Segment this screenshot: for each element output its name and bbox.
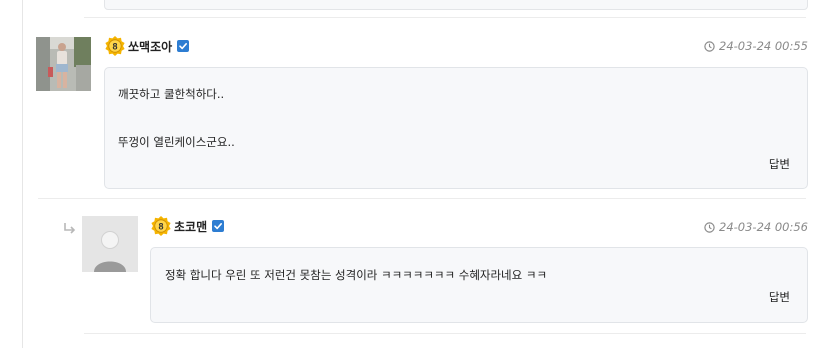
previous-comment-bubble (104, 0, 808, 10)
avatar-default[interactable] (82, 216, 138, 272)
comment-text-line: 깨끗하고 쿨한척하다.. (118, 87, 225, 101)
comment-author[interactable]: 8 쏘맥조아 (104, 35, 190, 57)
avatar-photo-image (36, 37, 91, 91)
level-badge-icon: 8 (150, 215, 172, 237)
level-badge-icon: 8 (104, 35, 126, 57)
thread-left-border (22, 0, 23, 348)
author-name[interactable]: 초코맨 (174, 218, 207, 235)
svg-text:8: 8 (112, 42, 117, 52)
comment-timestamp: 24-03-24 00:55 (704, 39, 808, 53)
separator (84, 17, 806, 18)
comment-bubble: 정확 합니다 우린 또 저런건 못참는 성격이라 ㅋㅋㅋㅋㅋㅋㅋ 수혜자라네요 … (150, 247, 808, 323)
separator (38, 198, 806, 199)
comment-text-line: 정확 합니다 우린 또 저런건 못참는 성격이라 ㅋㅋㅋㅋㅋㅋㅋ 수혜자라네요 … (165, 268, 548, 282)
comment-timestamp: 24-03-24 00:56 (704, 220, 808, 234)
avatar-photo[interactable] (36, 37, 91, 91)
verified-check-icon (212, 220, 225, 232)
comment-text-line: 뚜껑이 열린케이스군요.. (118, 135, 235, 149)
timestamp-text: 24-03-24 00:56 (719, 220, 808, 234)
default-avatar-icon (82, 216, 138, 272)
svg-text:8: 8 (158, 222, 163, 232)
comment-author[interactable]: 8 초코맨 (150, 215, 225, 237)
author-name[interactable]: 쏘맥조아 (128, 38, 172, 55)
timestamp-text: 24-03-24 00:55 (719, 39, 808, 53)
reply-button[interactable]: 답변 (769, 156, 790, 172)
verified-check-icon (177, 40, 190, 52)
comment-bubble: 깨끗하고 쿨한척하다.. 뚜껑이 열린케이스군요.. 답변 (104, 67, 808, 189)
clock-icon (704, 40, 715, 52)
clock-icon (704, 221, 715, 233)
separator (84, 333, 806, 334)
reply-button[interactable]: 답변 (769, 289, 790, 305)
